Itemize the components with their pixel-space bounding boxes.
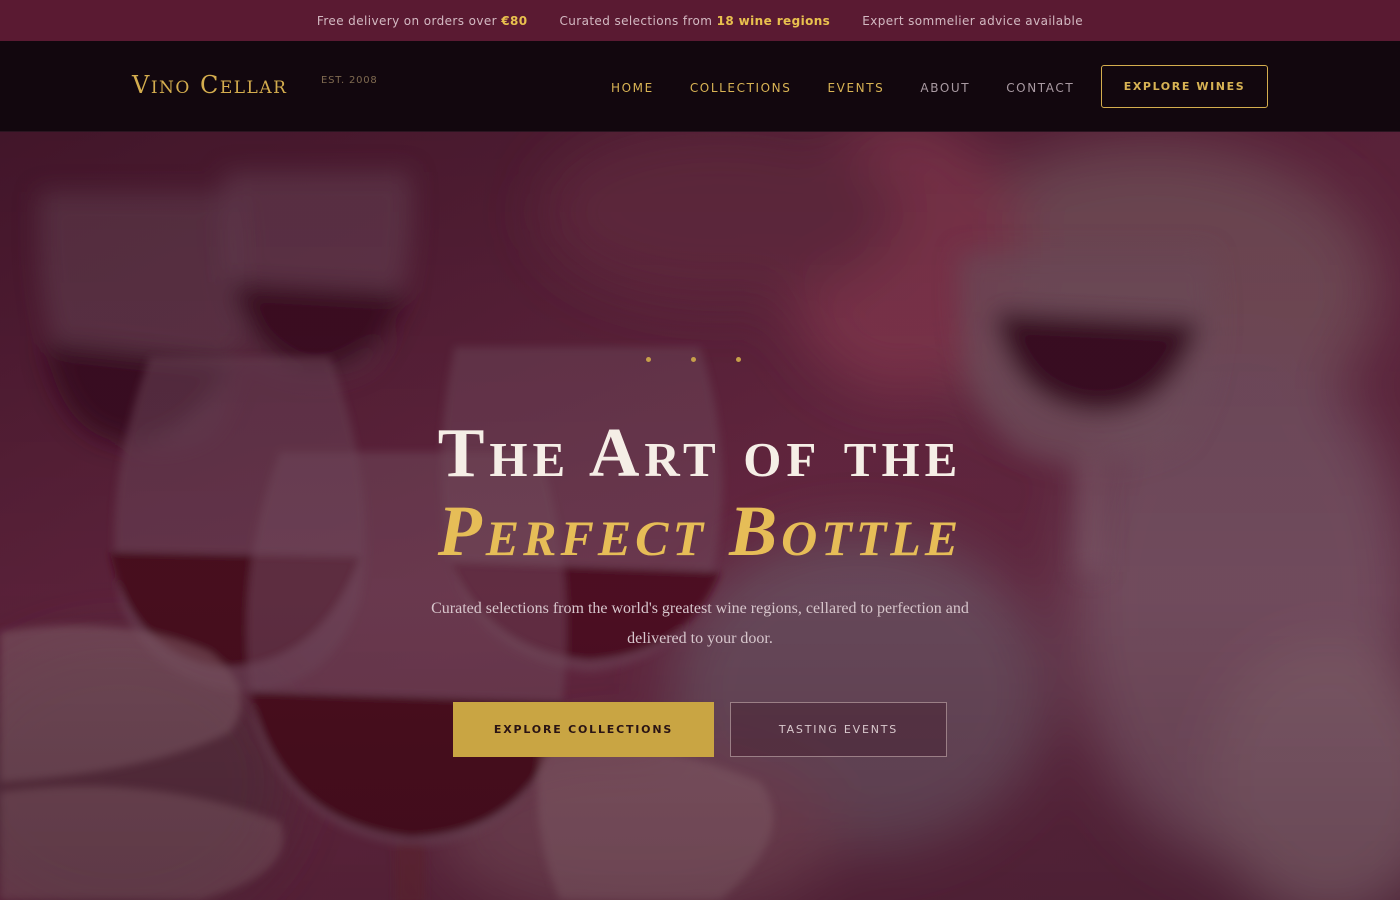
nav-link-contact[interactable]: CONTACT [1006, 81, 1074, 95]
tasting-events-button[interactable]: TASTING EVENTS [730, 702, 947, 757]
announcement-sommelier: Expert sommelier advice available [862, 13, 1084, 28]
nav-link-home[interactable]: HOME [611, 81, 654, 95]
dot-icon [691, 357, 696, 362]
nav-links: HOME COLLECTIONS EVENTS ABOUT CONTACT [611, 81, 1074, 95]
established-label: EST. 2008 [321, 75, 378, 86]
announcement-regions: Curated selections from 18 wine regions [559, 13, 831, 28]
announcement-bar: Free delivery on orders over €80 Curated… [0, 0, 1400, 41]
dot-icon [736, 357, 741, 362]
hero-title-line1: The Art of the [437, 415, 963, 492]
decorative-dots [646, 357, 741, 362]
hero-section: The Art of the Perfect Bottle Curated se… [0, 132, 1400, 900]
dot-icon [646, 357, 651, 362]
site-logo[interactable]: Vino Cellar [132, 71, 287, 99]
announcement-delivery: Free delivery on orders over €80 [316, 13, 528, 28]
hero-subtitle: Curated selections from the world's grea… [431, 600, 969, 647]
explore-collections-button[interactable]: EXPLORE COLLECTIONS [453, 702, 714, 757]
hero-title-line2: Perfect Bottle [437, 491, 963, 571]
nav-link-collections[interactable]: COLLECTIONS [690, 81, 792, 95]
explore-wines-button[interactable]: EXPLORE WINES [1101, 65, 1268, 108]
main-navbar: Vino Cellar EST. 2008 HOME COLLECTIONS E… [0, 41, 1400, 132]
nav-link-about[interactable]: ABOUT [920, 81, 970, 95]
nav-link-events[interactable]: EVENTS [827, 81, 884, 95]
